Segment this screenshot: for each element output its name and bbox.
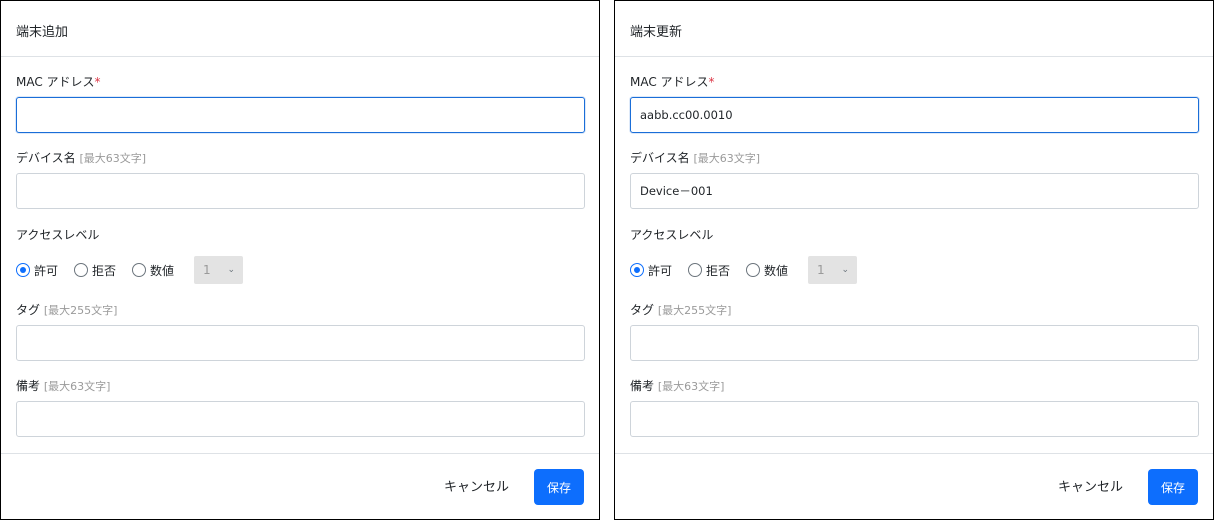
- note-hint: [最大63文字]: [657, 380, 725, 393]
- required-mark: *: [708, 75, 715, 89]
- note-input[interactable]: [630, 401, 1199, 437]
- chevron-down-icon: ⌄: [227, 265, 236, 275]
- note-label-text: 備考: [16, 379, 41, 393]
- radio-number-label: 数値: [150, 263, 175, 278]
- radio-deny-label: 拒否: [92, 263, 117, 278]
- tag-label-text: タグ: [630, 303, 655, 317]
- radio-number-circle[interactable]: [132, 263, 147, 277]
- tag-hint: [最大255文字]: [657, 304, 732, 317]
- radio-allow[interactable]: 許可: [630, 262, 672, 279]
- access-level-radio-group: 許可 拒否 数値 1 ⌄: [16, 256, 244, 284]
- dialog-header: 端末更新: [615, 1, 1213, 57]
- radio-deny[interactable]: 拒否: [74, 262, 116, 279]
- access-number-select[interactable]: 1 ⌄: [808, 256, 858, 284]
- tag-label-text: タグ: [16, 303, 41, 317]
- radio-allow-label: 許可: [34, 263, 59, 278]
- mac-address-input[interactable]: [16, 97, 585, 133]
- access-number-value: 1: [817, 263, 825, 277]
- tag-input[interactable]: [630, 325, 1199, 361]
- device-name-label: デバイス名 [最大63文字]: [630, 150, 760, 167]
- radio-number[interactable]: 数値: [746, 262, 788, 279]
- note-label: 備考 [最大63文字]: [630, 378, 724, 395]
- required-mark: *: [94, 75, 101, 89]
- radio-number-label: 数値: [764, 263, 789, 278]
- radio-number[interactable]: 数値: [132, 262, 174, 279]
- mac-address-label: MAC アドレス*: [630, 74, 715, 90]
- access-number-value: 1: [203, 263, 211, 277]
- dialog-footer: キャンセル 保存: [615, 453, 1213, 519]
- device-name-input[interactable]: [630, 173, 1199, 209]
- note-label-text: 備考: [630, 379, 655, 393]
- radio-deny-circle[interactable]: [74, 263, 89, 277]
- update-device-dialog: 端末更新 MAC アドレス* デバイス名 [最大63文字] アクセスレベル 許可…: [614, 0, 1214, 520]
- radio-number-circle[interactable]: [746, 263, 761, 277]
- access-level-label: アクセスレベル: [16, 228, 100, 242]
- radio-deny-label: 拒否: [706, 263, 731, 278]
- radio-allow-circle[interactable]: [16, 263, 30, 277]
- cancel-button[interactable]: キャンセル: [440, 470, 513, 506]
- device-name-label: デバイス名 [最大63文字]: [16, 150, 146, 167]
- tag-label: タグ [最大255文字]: [16, 302, 117, 319]
- radio-deny-circle[interactable]: [688, 263, 703, 277]
- chevron-down-icon: ⌄: [841, 265, 850, 275]
- dialog-footer: キャンセル 保存: [1, 453, 599, 519]
- dialog-body: MAC アドレス* デバイス名 [最大63文字] アクセスレベル 許可 拒否 数…: [1, 57, 599, 453]
- access-level-radio-group: 許可 拒否 数値 1 ⌄: [630, 256, 858, 284]
- radio-allow-label: 許可: [648, 263, 673, 278]
- mac-address-label-text: MAC アドレス: [630, 75, 709, 89]
- note-input[interactable]: [16, 401, 585, 437]
- radio-deny[interactable]: 拒否: [688, 262, 730, 279]
- add-device-dialog: 端末追加 MAC アドレス* デバイス名 [最大63文字] アクセスレベル 許可…: [0, 0, 600, 520]
- note-label: 備考 [最大63文字]: [16, 378, 110, 395]
- device-name-hint: [最大63文字]: [693, 152, 761, 165]
- device-name-label-text: デバイス名: [16, 151, 76, 165]
- dialog-body: MAC アドレス* デバイス名 [最大63文字] アクセスレベル 許可 拒否 数…: [615, 57, 1213, 453]
- mac-address-label: MAC アドレス*: [16, 74, 101, 90]
- tag-input[interactable]: [16, 325, 585, 361]
- device-name-label-text: デバイス名: [630, 151, 690, 165]
- device-name-input[interactable]: [16, 173, 585, 209]
- mac-address-input[interactable]: [630, 97, 1199, 133]
- cancel-button[interactable]: キャンセル: [1054, 470, 1127, 506]
- note-hint: [最大63文字]: [43, 380, 111, 393]
- tag-hint: [最大255文字]: [43, 304, 118, 317]
- access-level-label: アクセスレベル: [630, 228, 714, 242]
- save-button[interactable]: 保存: [534, 469, 584, 505]
- save-button[interactable]: 保存: [1148, 469, 1198, 505]
- tag-label: タグ [最大255文字]: [630, 302, 731, 319]
- dialog-title: 端末更新: [630, 24, 683, 40]
- mac-address-label-text: MAC アドレス: [16, 75, 95, 89]
- radio-allow[interactable]: 許可: [16, 262, 58, 279]
- dialog-header: 端末追加: [1, 1, 599, 57]
- dialog-title: 端末追加: [16, 24, 69, 40]
- access-number-select[interactable]: 1 ⌄: [194, 256, 244, 284]
- device-name-hint: [最大63文字]: [79, 152, 147, 165]
- radio-allow-circle[interactable]: [630, 263, 644, 277]
